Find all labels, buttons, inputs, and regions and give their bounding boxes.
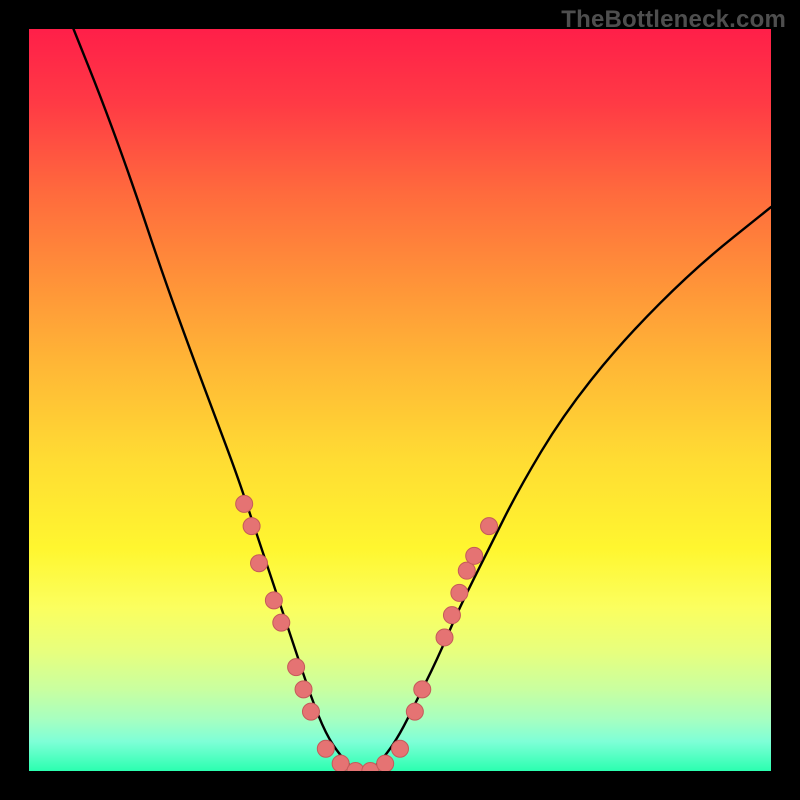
data-point: [436, 629, 453, 646]
data-point: [414, 681, 431, 698]
curve-layer: [74, 29, 771, 771]
data-point: [332, 755, 349, 771]
data-point: [466, 547, 483, 564]
data-point: [236, 495, 253, 512]
curve-left-branch: [74, 29, 356, 771]
data-point: [451, 584, 468, 601]
data-point: [481, 518, 498, 535]
data-point: [406, 703, 423, 720]
data-point: [317, 740, 334, 757]
chart-svg: [29, 29, 771, 771]
data-point: [443, 607, 460, 624]
data-point: [251, 555, 268, 572]
data-point: [302, 703, 319, 720]
data-point: [243, 518, 260, 535]
data-point: [288, 659, 305, 676]
outer-frame: TheBottleneck.com: [0, 0, 800, 800]
watermark-text: TheBottleneck.com: [561, 6, 786, 34]
data-point: [377, 755, 394, 771]
data-point: [392, 740, 409, 757]
data-point: [273, 614, 290, 631]
data-point: [265, 592, 282, 609]
data-point: [295, 681, 312, 698]
data-point: [458, 562, 475, 579]
points-layer: [236, 495, 498, 771]
